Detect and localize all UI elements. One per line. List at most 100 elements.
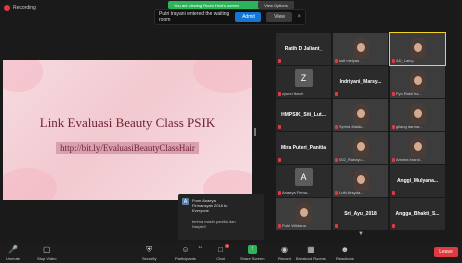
- admit-button[interactable]: Admit: [235, 12, 262, 22]
- participant-tile[interactable]: Ammia brand..: [390, 132, 445, 164]
- participant-tile[interactable]: 002_Rahayu...: [333, 132, 388, 164]
- participant-tile[interactable]: sofi melyan..: [333, 33, 388, 65]
- share-banner-text: You are viewing Room Host's screen: [174, 2, 240, 8]
- participant-name: Sri_Ayu_2018: [344, 211, 377, 217]
- participants-button[interactable]: ☺ 41 Participants: [175, 245, 202, 261]
- participant-tile[interactable]: Syrina Maidu..: [333, 99, 388, 131]
- participant-avatar: A: [294, 168, 313, 186]
- participant-tile[interactable]: Fyo Rakti ha...: [390, 66, 445, 98]
- chat-preview[interactable]: A From Anaeya Firmansyah 2018 to Everyon…: [178, 194, 264, 240]
- muted-mic-icon: [335, 224, 338, 228]
- participant-name: zyunn fkech: [282, 91, 304, 96]
- chat-bubble-icon: □: [218, 245, 223, 254]
- participant-name: Fyo Rakti ha...: [396, 91, 422, 96]
- muted-mic-icon: [335, 191, 338, 195]
- record-dot-icon: [4, 5, 10, 11]
- shared-slide: Link Evaluasi Beauty Class PSIK http://b…: [3, 60, 252, 200]
- muted-mic-icon: [392, 59, 395, 63]
- chat-avatar: A: [182, 198, 189, 205]
- muted-mic-icon: [392, 125, 395, 129]
- unmute-button[interactable]: 🎤 Unmute: [6, 245, 20, 261]
- smiley-plus-icon: ☻: [340, 245, 350, 254]
- participant-name: Anggi_Mulyana...: [396, 178, 439, 184]
- participant-video: [295, 202, 312, 224]
- muted-mic-icon: [335, 59, 338, 63]
- participant-video: [409, 136, 426, 158]
- shield-icon: ⛨: [146, 245, 153, 254]
- screen-share-banner: You are viewing Room Host's screen View …: [168, 1, 294, 9]
- record-button[interactable]: ◉ Record: [278, 245, 291, 261]
- participant-name: Anaeya Firma...: [282, 190, 311, 195]
- participant-tile[interactable]: AD_Lainy..: [389, 32, 446, 66]
- breakout-rooms-button[interactable]: ▦ Breakout Rooms: [296, 245, 326, 261]
- muted-mic-icon: [278, 125, 281, 129]
- participant-tile[interactable]: Putri Wildana: [276, 198, 331, 230]
- share-arrow-icon: ↑: [247, 245, 257, 254]
- participant-tile[interactable]: Zzyunn fkech: [276, 66, 331, 98]
- chat-message: terima masih panitia dan Narjab!!: [192, 219, 236, 229]
- participant-name: Luth Arsyda...: [339, 190, 364, 195]
- participant-video: [409, 103, 426, 125]
- participant-name: Mira Puteri_Panitia: [280, 145, 326, 151]
- participant-tile[interactable]: Luth Arsyda...: [333, 165, 388, 197]
- participant-tile[interactable]: HMPSIK_Siti_Lut...: [276, 99, 331, 131]
- participant-video: [409, 37, 426, 59]
- participant-avatar: Z: [294, 69, 313, 87]
- view-options-button[interactable]: View Options: [258, 1, 294, 9]
- recording-label: Recording: [13, 5, 36, 11]
- chat-badge: 1: [225, 244, 229, 248]
- muted-mic-icon: [335, 92, 338, 96]
- participant-tile[interactable]: Angga_Bhakti_S...: [390, 198, 445, 230]
- video-camera-icon: ▢: [42, 245, 51, 254]
- waiting-room-notification: Putri trayani entered the waiting room A…: [154, 9, 306, 25]
- muted-mic-icon: [392, 158, 395, 162]
- record-icon: ◉: [280, 245, 288, 254]
- participant-name: sofi melyan..: [339, 58, 362, 63]
- participant-tile[interactable]: Ratih D Jaliant_: [276, 33, 331, 65]
- view-button[interactable]: View: [266, 12, 293, 22]
- muted-mic-icon: [278, 59, 281, 63]
- participant-tile[interactable]: Sri_Ayu_2018: [333, 198, 388, 230]
- breakout-grid-icon: ▦: [307, 245, 315, 254]
- chevron-down-icon[interactable]: ▼: [354, 231, 368, 239]
- muted-mic-icon: [392, 92, 395, 96]
- participant-name: Putri Wildana: [282, 223, 306, 228]
- participant-name: Angga_Bhakti_S...: [395, 211, 440, 217]
- muted-mic-icon: [392, 191, 395, 195]
- muted-mic-icon: [392, 224, 395, 228]
- share-screen-button[interactable]: ↑ Share Screen: [240, 245, 264, 261]
- muted-mic-icon: [278, 158, 281, 162]
- participant-tile[interactable]: gilang darma...: [390, 99, 445, 131]
- participant-video: [409, 70, 426, 92]
- security-button[interactable]: ⛨ Security: [142, 245, 156, 261]
- recording-indicator: Recording: [4, 5, 36, 11]
- leave-button[interactable]: Leave: [434, 247, 458, 257]
- participant-tile[interactable]: Anggi_Mulyana...: [390, 165, 445, 197]
- participant-tile[interactable]: Indriyani_Marsy...: [333, 66, 388, 98]
- participant-name: gilang darma...: [396, 124, 423, 129]
- participants-count: 41: [198, 245, 202, 249]
- chat-header: From Anaeya Firmansyah 2018 to Everyone: [192, 198, 228, 213]
- participant-video: [352, 103, 369, 125]
- participant-name: Ammia brand..: [396, 157, 423, 162]
- muted-mic-icon: [278, 92, 281, 96]
- participant-video: [352, 169, 369, 191]
- participant-tile[interactable]: A Anaeya Firma...: [276, 165, 331, 197]
- muted-mic-icon: [335, 125, 338, 129]
- muted-mic-icon: [278, 191, 281, 195]
- participant-name: Indriyani_Marsy...: [339, 79, 382, 85]
- participants-icon: ☺: [181, 245, 190, 254]
- close-icon[interactable]: ×: [297, 14, 301, 20]
- meeting-toolbar: 🎤 Unmute ▢ Stop Video ⛨ Security ☺ 41 Pa…: [0, 243, 462, 263]
- microphone-muted-icon: 🎤: [8, 245, 18, 254]
- notification-message: Putri trayani entered the waiting room: [159, 11, 230, 23]
- muted-mic-icon: [335, 158, 338, 162]
- participant-tile[interactable]: Mira Puteri_Panitia: [276, 132, 331, 164]
- participant-name: Ratih D Jaliant_: [284, 46, 323, 52]
- participant-name: AD_Lainy..: [396, 58, 416, 63]
- stop-video-button[interactable]: ▢ Stop Video: [37, 245, 57, 261]
- split-drag-handle[interactable]: [254, 128, 256, 136]
- reactions-button[interactable]: ☻ Reactions: [336, 245, 354, 261]
- chat-button[interactable]: □ 1 Chat: [216, 244, 229, 261]
- participant-video: [352, 37, 369, 59]
